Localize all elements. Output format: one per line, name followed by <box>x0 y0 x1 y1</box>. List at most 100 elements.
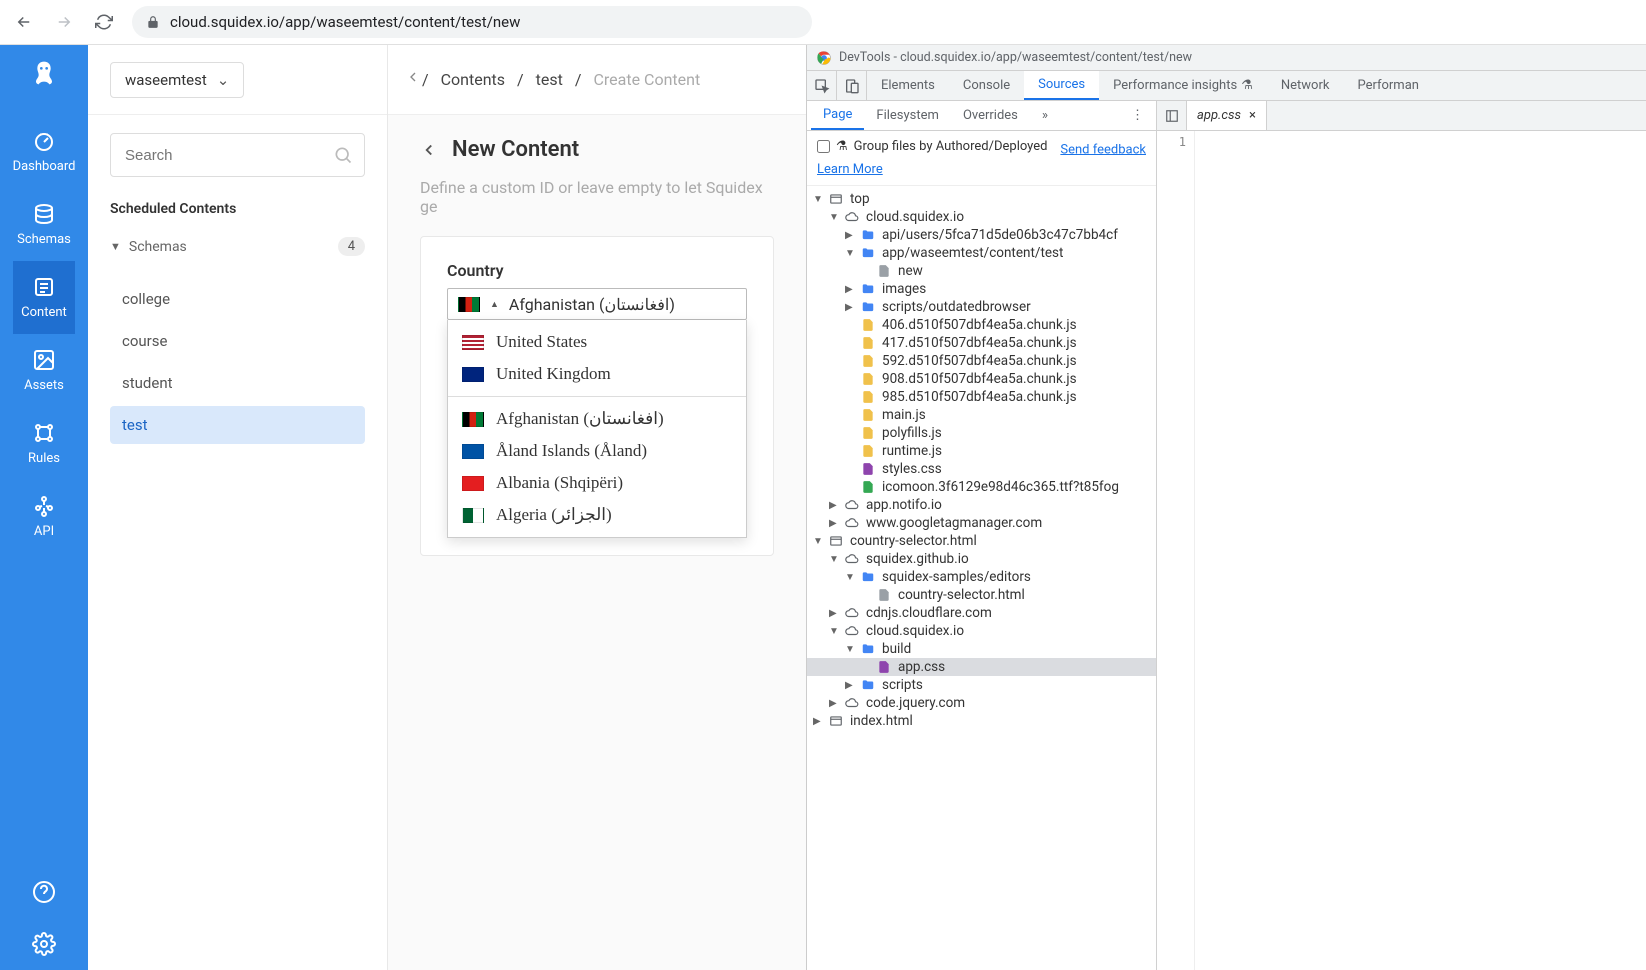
devtools-tab-network[interactable]: Network <box>1267 71 1344 100</box>
tree-node[interactable]: ▼squidex.github.io <box>807 550 1156 568</box>
file-icon <box>877 264 892 279</box>
tree-node[interactable]: 908.d510f507dbf4ea5a.chunk.js <box>807 370 1156 388</box>
tree-node[interactable]: ▼app/waseemtest/content/test <box>807 244 1156 262</box>
breadcrumb-schema[interactable]: test <box>536 70 563 89</box>
tree-node[interactable]: app.css <box>807 658 1156 676</box>
country-option[interactable]: United Kingdom <box>448 358 746 390</box>
tree-node[interactable]: 985.d510f507dbf4ea5a.chunk.js <box>807 388 1156 406</box>
forward-button[interactable] <box>52 10 76 34</box>
search-input[interactable] <box>110 133 365 177</box>
devtools-tab-performan[interactable]: Performan <box>1343 71 1433 100</box>
code-editor[interactable]: 1 <box>1157 131 1646 970</box>
sources-subtab-overrides[interactable]: Overrides <box>951 101 1030 130</box>
nav-api[interactable]: API <box>13 480 76 553</box>
tree-node[interactable]: ▶code.jquery.com <box>807 694 1156 712</box>
id-hint: Define a custom ID or leave empty to let… <box>388 172 806 230</box>
close-icon[interactable]: × <box>1249 108 1256 123</box>
schema-item-test[interactable]: test <box>110 406 365 444</box>
tree-node[interactable]: ▼cloud.squidex.io <box>807 622 1156 640</box>
devtools-tab-sources[interactable]: Sources <box>1024 71 1099 100</box>
tree-node[interactable]: ▶api/users/5fca71d5de06b3c47c7bb4cf <box>807 226 1156 244</box>
file-icon <box>845 552 860 567</box>
flag-icon <box>458 297 480 312</box>
tree-node[interactable]: ▶cdnjs.cloudflare.com <box>807 604 1156 622</box>
country-option[interactable]: Åland Islands (Åland) <box>448 435 746 467</box>
file-icon <box>861 246 876 261</box>
disclosure-icon: ▶ <box>813 716 823 727</box>
schema-item-course[interactable]: course <box>110 322 365 360</box>
more-subtabs[interactable]: » <box>1030 101 1060 130</box>
collapse-panel-button[interactable] <box>405 69 421 85</box>
nav-assets[interactable]: Assets <box>13 334 76 407</box>
tree-menu[interactable]: ⋮ <box>1119 101 1156 130</box>
tree-node[interactable]: ▼squidex-samples/editors <box>807 568 1156 586</box>
tree-node[interactable]: ▶index.html <box>807 712 1156 730</box>
country-option[interactable]: United States <box>448 326 746 358</box>
file-icon <box>861 282 876 297</box>
tree-node[interactable]: 417.d510f507dbf4ea5a.chunk.js <box>807 334 1156 352</box>
settings-button[interactable] <box>0 918 88 970</box>
sources-subtab-page[interactable]: Page <box>811 101 864 130</box>
tree-node[interactable]: polyfills.js <box>807 424 1156 442</box>
app-name: waseemtest <box>125 71 207 89</box>
tree-node[interactable]: icomoon.3f6129e98d46c365.ttf?t85fog <box>807 478 1156 496</box>
back-icon[interactable] <box>420 141 438 159</box>
file-icon <box>829 714 844 729</box>
device-tool[interactable] <box>837 71 867 100</box>
country-option[interactable]: Afghanistan (افغانستان) <box>448 403 746 435</box>
show-navigator[interactable] <box>1157 101 1187 130</box>
tree-node[interactable]: ▶scripts <box>807 676 1156 694</box>
back-button[interactable] <box>12 10 36 34</box>
schema-item-student[interactable]: student <box>110 364 365 402</box>
schemas-row[interactable]: ▼ Schemas 4 <box>110 231 365 262</box>
learn-more-link[interactable]: Learn More <box>817 162 883 177</box>
tree-node[interactable]: ▶app.notifo.io <box>807 496 1156 514</box>
tree-node[interactable]: runtime.js <box>807 442 1156 460</box>
tree-node[interactable]: ▼cloud.squidex.io <box>807 208 1156 226</box>
nav-rules[interactable]: Rules <box>13 407 76 480</box>
tree-node[interactable]: main.js <box>807 406 1156 424</box>
schema-item-college[interactable]: college <box>110 280 365 318</box>
app-selector[interactable]: waseemtest ⌄ <box>110 62 244 98</box>
squidex-logo[interactable] <box>28 59 60 91</box>
file-icon <box>861 444 876 459</box>
url-bar[interactable]: cloud.squidex.io/app/waseemtest/content/… <box>132 6 812 38</box>
file-icon <box>845 516 860 531</box>
scheduled-heading: Scheduled Contents <box>110 201 365 217</box>
file-icon <box>861 336 876 351</box>
flag-icon <box>462 367 484 382</box>
devtools-tab-performance-insights[interactable]: Performance insights ⚗ <box>1099 71 1267 100</box>
content-area: / Contents / test / Create Content New C… <box>388 45 806 970</box>
tree-node[interactable]: ▶images <box>807 280 1156 298</box>
nav-dashboard[interactable]: Dashboard <box>13 115 76 188</box>
breadcrumb-contents[interactable]: Contents <box>441 70 505 89</box>
tree-node[interactable]: new <box>807 262 1156 280</box>
devtools-tab-elements[interactable]: Elements <box>867 71 949 100</box>
group-files-checkbox[interactable]: ⚗ Group files by Authored/Deployed <box>817 137 1047 157</box>
tree-node[interactable]: ▼build <box>807 640 1156 658</box>
tree-node[interactable]: 592.d510f507dbf4ea5a.chunk.js <box>807 352 1156 370</box>
file-icon <box>877 588 892 603</box>
file-tab-appcss[interactable]: app.css × <box>1187 101 1267 130</box>
file-icon <box>845 606 860 621</box>
reload-button[interactable] <box>92 10 116 34</box>
country-option[interactable]: Albania (Shqipëri) <box>448 467 746 499</box>
tree-node[interactable]: ▼country-selector.html <box>807 532 1156 550</box>
tree-node[interactable]: country-selector.html <box>807 586 1156 604</box>
inspect-tool[interactable] <box>807 71 837 100</box>
send-feedback-link[interactable]: Send feedback <box>1060 142 1146 157</box>
nav-schemas[interactable]: Schemas <box>13 188 76 261</box>
sources-subtab-filesystem[interactable]: Filesystem <box>864 101 951 130</box>
tree-node[interactable]: ▶scripts/outdatedbrowser <box>807 298 1156 316</box>
tree-node[interactable]: ▼top <box>807 190 1156 208</box>
country-select[interactable]: ▲ Afghanistan (افغانستان) <box>447 288 747 320</box>
nav-content[interactable]: Content <box>13 261 76 334</box>
help-button[interactable] <box>0 866 88 918</box>
devtools-tab-console[interactable]: Console <box>949 71 1024 100</box>
file-icon <box>845 696 860 711</box>
tree-node[interactable]: styles.css <box>807 460 1156 478</box>
country-option[interactable]: Algeria (الجزائر) <box>448 499 746 531</box>
tree-node[interactable]: 406.d510f507dbf4ea5a.chunk.js <box>807 316 1156 334</box>
tree-node[interactable]: ▶www.googletagmanager.com <box>807 514 1156 532</box>
devtools-tabs: ElementsConsoleSourcesPerformance insigh… <box>807 71 1646 101</box>
